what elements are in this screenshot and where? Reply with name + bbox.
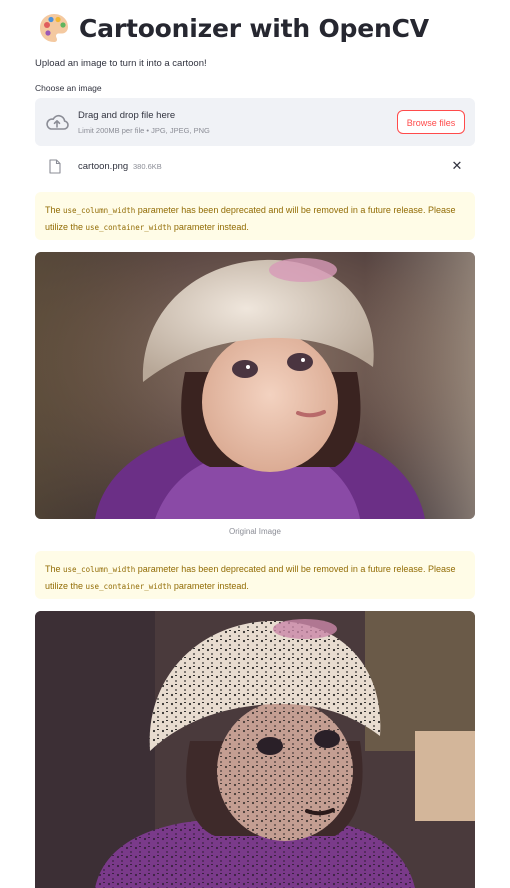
file-icon [49,159,61,174]
code-param: use_container_width [85,582,172,591]
uploaded-file-row: cartoon.png 380.6KB ✕ [35,152,475,180]
cloud-upload-icon [46,115,69,130]
code-param: use_column_width [63,206,136,215]
remove-file-close-icon[interactable]: ✕ [449,158,465,174]
uploader-label: Choose an image [35,83,102,93]
dropzone-instruction: Drag and drop file here [78,110,176,121]
file-dropzone[interactable]: Drag and drop file here Limit 200MB per … [35,98,475,146]
deprecation-warning: The use_column_width parameter has been … [35,551,475,599]
page-header: Cartoonizer with OpenCV [38,12,429,44]
deprecation-warning: The use_column_width parameter has been … [35,192,475,240]
dropzone-limit: Limit 200MB per file • JPG, JPEG, PNG [78,126,210,135]
page-title: Cartoonizer with OpenCV [79,13,429,43]
subtitle-text: Upload an image to turn it into a cartoo… [35,58,207,69]
code-param: use_container_width [85,223,172,232]
browse-files-button[interactable]: Browse files [397,110,465,134]
code-param: use_column_width [63,565,136,574]
original-image [35,252,475,519]
cartoon-image [35,611,475,888]
file-size: 380.6KB [133,162,162,171]
file-name: cartoon.png [78,161,129,172]
palette-icon [40,14,68,42]
original-image-caption: Original Image [228,527,282,536]
